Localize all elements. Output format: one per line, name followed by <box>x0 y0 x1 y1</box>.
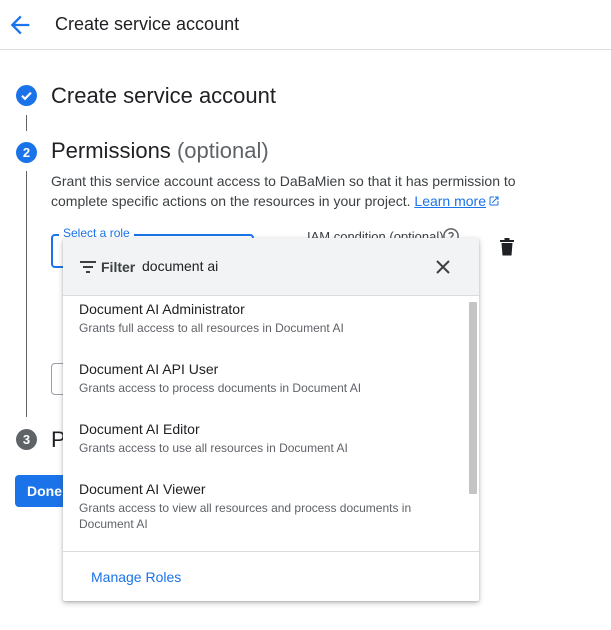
dropdown-footer: Manage Roles <box>63 551 479 601</box>
learn-more-link[interactable]: Learn more <box>414 193 500 209</box>
manage-roles-link[interactable]: Manage Roles <box>91 569 181 585</box>
step-connector <box>26 171 27 417</box>
role-option[interactable]: Document AI Administrator Grants full ac… <box>63 296 467 356</box>
role-options-list: Document AI Administrator Grants full ac… <box>63 296 479 550</box>
step-1-check-icon <box>16 85 37 106</box>
role-option-title: Document AI API User <box>79 361 219 377</box>
step-2-optional: (optional) <box>176 138 269 163</box>
permissions-description: Grant this service account access to DaB… <box>51 171 551 211</box>
step-connector <box>26 115 27 131</box>
role-option-title: Document AI Administrator <box>79 301 245 317</box>
role-option[interactable]: Document AI API User Grants access to pr… <box>63 356 467 416</box>
step-2-title-text: Permissions <box>51 138 171 163</box>
step-1-title: Create service account <box>51 83 276 108</box>
page-header: Create service account <box>0 0 611 50</box>
role-dropdown: Filter document ai Document AI Administr… <box>63 238 479 601</box>
step-3-number: 3 <box>16 429 37 450</box>
scrollbar-thumb[interactable] <box>469 302 477 494</box>
role-option-description: Grants full access to all resources in D… <box>79 321 344 335</box>
role-option-description: Grants access to process documents in Do… <box>79 381 362 395</box>
filter-bar: Filter document ai <box>63 238 479 296</box>
arrow-back-icon[interactable] <box>6 11 34 39</box>
learn-more-label: Learn more <box>414 193 486 209</box>
role-option-title: Document AI Viewer <box>79 481 206 497</box>
step-2-title: Permissions (optional) <box>51 138 269 164</box>
delete-icon[interactable] <box>499 238 515 256</box>
open-in-new-icon <box>489 196 499 206</box>
filter-label: Filter <box>101 259 136 275</box>
role-option-description: Grants access to view all resources and … <box>79 501 412 531</box>
page-title: Create service account <box>55 14 240 34</box>
options-scrollbar[interactable] <box>467 302 479 494</box>
filter-list-icon <box>80 261 96 273</box>
filter-input[interactable]: document ai <box>142 258 218 274</box>
close-icon[interactable] <box>435 259 451 275</box>
role-option[interactable]: Document AI Viewer Grants access to view… <box>63 476 467 536</box>
role-option-description: Grants access to use all resources in Do… <box>79 441 348 455</box>
role-option[interactable]: Document AI Editor Grants access to use … <box>63 416 467 476</box>
role-option-title: Document AI Editor <box>79 421 200 437</box>
step-2-number: 2 <box>16 142 37 163</box>
